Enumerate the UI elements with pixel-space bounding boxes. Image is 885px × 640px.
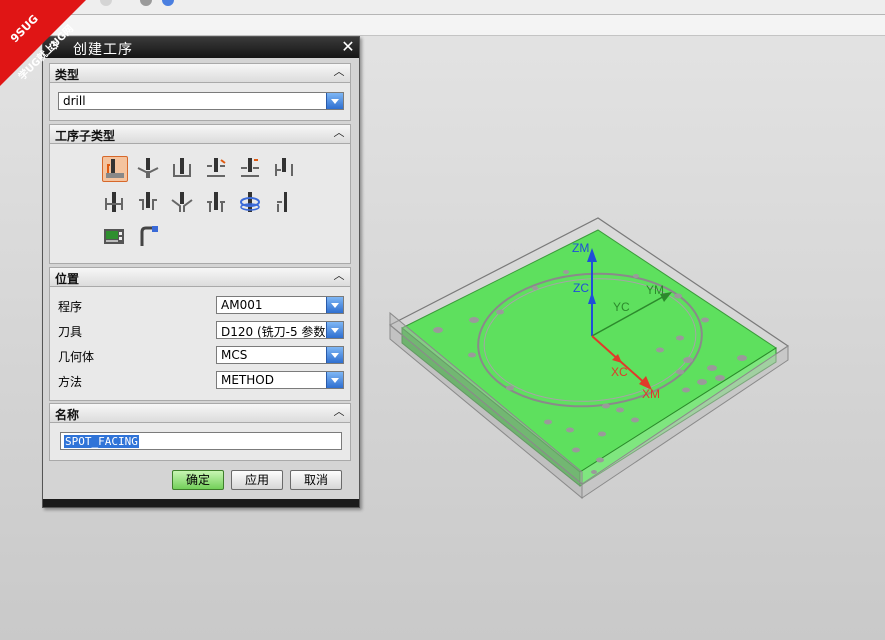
spot-drilling-icon[interactable] [136,156,162,182]
close-icon[interactable]: ✕ [340,39,356,55]
peck-drilling-icon[interactable] [204,156,230,182]
geometry-dropdown[interactable]: MCS [216,346,344,364]
cancel-button[interactable]: 取消 [290,470,342,490]
ok-button[interactable]: 确定 [172,470,224,490]
mill-control-icon[interactable] [102,224,128,250]
method-value: METHOD [221,373,274,387]
subtype-section-title: 工序子类型 [55,129,116,143]
axis-label-xc: XC [611,365,628,379]
axis-label-ym: YM [646,283,664,297]
apply-button[interactable]: 应用 [231,470,283,490]
thread-milling-icon[interactable] [272,190,298,216]
tool-label: 刀具 [58,325,83,339]
method-label: 方法 [58,375,83,389]
drilling-icon[interactable] [170,156,196,182]
graphics-viewport[interactable]: ZM ZC YC YM XC XM [380,210,800,500]
type-section-body: drill [49,83,351,121]
program-dropdown[interactable]: AM001 [216,296,344,314]
subtype-section-header[interactable]: 工序子类型 ︿ [49,124,351,144]
type-section-header[interactable]: 类型 ︿ [49,63,351,83]
shading-icon[interactable] [140,0,152,6]
part-top-face [401,229,777,473]
dialog-footer-bar [43,499,359,507]
reaming-icon[interactable] [102,190,128,216]
breakchip-drilling-icon[interactable] [238,156,264,182]
operation-name-value: SPOT_FACING [64,435,139,448]
method-dropdown[interactable]: METHOD [216,371,344,389]
location-section-body: 程序 AM001 刀具 D120 (铣刀-5 参数 几何体 MCS 方法 MET… [49,287,351,401]
hole-milling-icon[interactable] [238,190,264,216]
countersinking-icon[interactable] [170,190,196,216]
boring-icon[interactable] [272,156,298,182]
location-section-title: 位置 [55,272,80,286]
subtype-section-body [49,144,351,264]
toolbar-strip [0,15,885,36]
operation-name-input[interactable]: SPOT_FACING [60,432,342,450]
spot-facing-icon[interactable] [102,156,128,182]
chevron-down-icon[interactable] [326,93,343,109]
counterboring-icon[interactable] [136,190,162,216]
mill-user-icon[interactable] [136,224,162,250]
frame-icon[interactable] [100,0,112,6]
geometry-label: 几何体 [58,350,95,364]
program-label: 程序 [58,300,83,314]
create-operation-dialog: ⚙ 创建工序 ✕ 类型 ︿ drill 工序子类型 ︿ 位置 ︿ 程序 AM00… [42,36,360,508]
axis-label-yc: YC [613,300,630,314]
axis-label-zc: ZC [573,281,589,295]
type-dropdown[interactable]: drill [58,92,344,110]
chevron-down-icon[interactable] [326,322,343,338]
chevron-up-icon[interactable]: ︿ [332,405,346,419]
name-section-header[interactable]: 名称 ︿ [49,403,351,423]
location-section-header[interactable]: 位置 ︿ [49,267,351,287]
chevron-up-icon[interactable]: ︿ [332,269,346,283]
axis-label-xm: XM [642,387,660,401]
tapping-icon[interactable] [204,190,230,216]
name-section-body: SPOT_FACING [49,423,351,461]
menu-bar [0,0,885,15]
tool-value: D120 (铣刀-5 参数 [221,325,326,339]
chevron-down-icon[interactable] [326,372,343,388]
geometry-value: MCS [221,348,248,362]
dialog-titlebar[interactable]: ⚙ 创建工序 ✕ [43,37,359,58]
type-dropdown-value: drill [63,94,86,108]
tool-dropdown[interactable]: D120 (铣刀-5 参数 [216,321,344,339]
chevron-down-icon[interactable] [326,297,343,313]
chevron-up-icon[interactable]: ︿ [332,126,346,140]
chevron-down-icon[interactable] [326,347,343,363]
cube-view-icon[interactable] [162,0,174,6]
axis-label-zm: ZM [572,241,589,255]
site-watermark-badge: 9SUG 学UG就上UG网 [0,0,90,90]
chevron-up-icon[interactable]: ︿ [332,65,346,79]
name-section-title: 名称 [55,408,80,422]
program-value: AM001 [221,298,263,312]
